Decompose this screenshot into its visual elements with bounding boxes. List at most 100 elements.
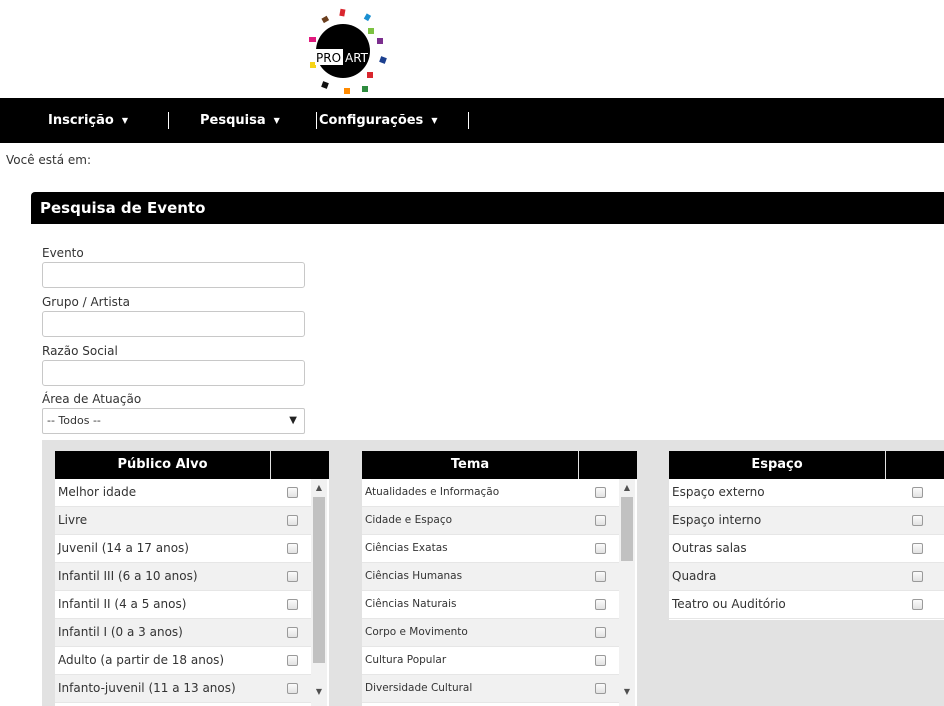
list-item[interactable]: Corpo e Movimento	[362, 619, 619, 647]
scroll-down-icon[interactable]: ▼	[619, 685, 635, 699]
espaco-header-check	[885, 451, 944, 479]
list-item-label: Ciências Humanas	[365, 570, 463, 582]
chevron-down-icon: ▼	[289, 415, 297, 426]
list-item-label: Livre	[58, 513, 88, 527]
list-item[interactable]: Quadra	[669, 563, 944, 591]
scroll-down-icon[interactable]: ▼	[311, 685, 327, 699]
grupo-artista-input[interactable]	[42, 311, 305, 337]
list-item[interactable]: Ciências Exatas	[362, 535, 619, 563]
list-item[interactable]: Cidade e Espaço	[362, 507, 619, 535]
list-item-label: Outras salas	[672, 541, 747, 555]
list-item[interactable]: Adulto (a partir de 18 anos)	[55, 647, 311, 675]
tema-header-check	[578, 451, 637, 479]
publico-scroll-thumb[interactable]	[313, 497, 325, 663]
list-item[interactable]: Infantil II (4 a 5 anos)	[55, 591, 311, 619]
area-atuacao-selected: -- Todos --	[47, 414, 101, 427]
nav-divider	[468, 112, 469, 129]
panel-title: Pesquisa de Evento	[31, 192, 944, 224]
list-item[interactable]: Infantil III (6 a 10 anos)	[55, 563, 311, 591]
list-item-label: Adulto (a partir de 18 anos)	[58, 653, 225, 667]
nav-pesquisa[interactable]: Pesquisa ▼	[200, 98, 280, 143]
list-item[interactable]: Juvenil (14 a 17 anos)	[55, 535, 311, 563]
list-item-checkbox[interactable]	[287, 571, 298, 582]
list-item[interactable]: Ciências Naturais	[362, 591, 619, 619]
chevron-down-icon: ▼	[121, 116, 128, 125]
grupo-artista-label: Grupo / Artista	[42, 295, 130, 309]
list-item-checkbox[interactable]	[912, 571, 923, 582]
area-atuacao-label: Área de Atuação	[42, 392, 142, 406]
list-item-label: Atualidades e Informação	[365, 486, 500, 498]
list-item-label: Melhor idade	[58, 485, 137, 499]
list-item-label: Infantil I (0 a 3 anos)	[58, 625, 183, 639]
list-item-checkbox[interactable]	[595, 683, 606, 694]
tema-list: Tema Atualidades e Informação Cidade e Es…	[362, 451, 637, 706]
list-item-label: Infanto-juvenil (11 a 13 anos)	[58, 681, 236, 695]
list-item-checkbox[interactable]	[595, 543, 606, 554]
list-item-checkbox[interactable]	[287, 655, 298, 666]
scroll-up-icon[interactable]: ▲	[311, 481, 327, 495]
tema-scroll-thumb[interactable]	[621, 497, 633, 561]
list-item-checkbox[interactable]	[912, 543, 923, 554]
publico-alvo-list: Público Alvo Melhor idade Livre Juvenil (1…	[55, 451, 329, 706]
list-item[interactable]: Outras salas	[669, 535, 944, 563]
nav-configuracoes[interactable]: Configurações ▼	[319, 98, 437, 143]
list-item-checkbox[interactable]	[287, 599, 298, 610]
list-item-label: Ciências Exatas	[365, 542, 448, 554]
list-item-checkbox[interactable]	[595, 487, 606, 498]
list-item[interactable]: Infantil I (0 a 3 anos)	[55, 619, 311, 647]
publico-alvo-header-check	[270, 451, 329, 479]
list-item[interactable]: Teatro ou Auditório	[669, 591, 944, 619]
list-item[interactable]: Espaço interno	[669, 507, 944, 535]
razao-social-label: Razão Social	[42, 344, 118, 358]
list-item-label: Quadra	[672, 569, 717, 583]
nav-configuracoes-label: Configurações	[319, 113, 424, 128]
list-item-label: Teatro ou Auditório	[672, 597, 786, 611]
nav-divider	[168, 112, 169, 129]
list-item-checkbox[interactable]	[595, 571, 606, 582]
list-item-label: Ciências Naturais	[365, 598, 457, 610]
list-item-label: Espaço externo	[672, 485, 765, 499]
list-item[interactable]: Espaço externo	[669, 479, 944, 507]
list-item[interactable]: Infanto-juvenil (11 a 13 anos)	[55, 675, 311, 703]
espaco-list: Espaço Espaço externo Espaço interno Outra…	[669, 451, 944, 620]
list-item-checkbox[interactable]	[287, 683, 298, 694]
list-item-checkbox[interactable]	[912, 487, 923, 498]
razao-social-input[interactable]	[42, 360, 305, 386]
list-item-checkbox[interactable]	[912, 515, 923, 526]
nav-inscricao-label: Inscrição	[48, 113, 114, 128]
chevron-down-icon: ▼	[431, 116, 438, 125]
list-item-checkbox[interactable]	[595, 655, 606, 666]
list-item-label: Corpo e Movimento	[365, 626, 468, 638]
list-item[interactable]: Diversidade Cultural	[362, 675, 619, 703]
list-item-checkbox[interactable]	[595, 515, 606, 526]
nav-inscricao[interactable]: Inscrição ▼	[48, 98, 128, 143]
list-item[interactable]: Melhor idade	[55, 479, 311, 507]
logo-text-art: ART	[345, 51, 369, 65]
list-item-checkbox[interactable]	[287, 543, 298, 554]
list-item-checkbox[interactable]	[287, 487, 298, 498]
tema-scrollbar[interactable]: ▲ ▼	[619, 479, 635, 706]
list-item[interactable]: Livre	[55, 507, 311, 535]
list-item-label: Cultura Popular	[365, 654, 447, 666]
list-item-label: Juvenil (14 a 17 anos)	[58, 541, 189, 555]
list-item-checkbox[interactable]	[287, 627, 298, 638]
list-item-checkbox[interactable]	[595, 627, 606, 638]
scroll-up-icon[interactable]: ▲	[619, 481, 635, 495]
publico-scrollbar[interactable]: ▲ ▼	[311, 479, 327, 706]
list-item-label: Infantil II (4 a 5 anos)	[58, 597, 187, 611]
list-item-checkbox[interactable]	[287, 515, 298, 526]
logo-text-pro: PRO	[316, 51, 341, 65]
nav-pesquisa-label: Pesquisa	[200, 113, 266, 128]
list-item-label: Diversidade Cultural	[365, 682, 473, 694]
list-item-label: Cidade e Espaço	[365, 514, 453, 526]
proart-logo[interactable]: PRO ART	[305, 8, 393, 96]
area-atuacao-select[interactable]: -- Todos -- ▼	[42, 408, 305, 434]
list-item[interactable]: Ciências Humanas	[362, 563, 619, 591]
list-item[interactable]: Cultura Popular	[362, 647, 619, 675]
list-item-checkbox[interactable]	[912, 599, 923, 610]
list-item-checkbox[interactable]	[595, 599, 606, 610]
list-item-label: Espaço interno	[672, 513, 762, 527]
list-item[interactable]: Atualidades e Informação	[362, 479, 619, 507]
evento-input[interactable]	[42, 262, 305, 288]
main-navbar: Inscrição ▼ Pesquisa ▼ Configurações ▼	[0, 98, 944, 143]
